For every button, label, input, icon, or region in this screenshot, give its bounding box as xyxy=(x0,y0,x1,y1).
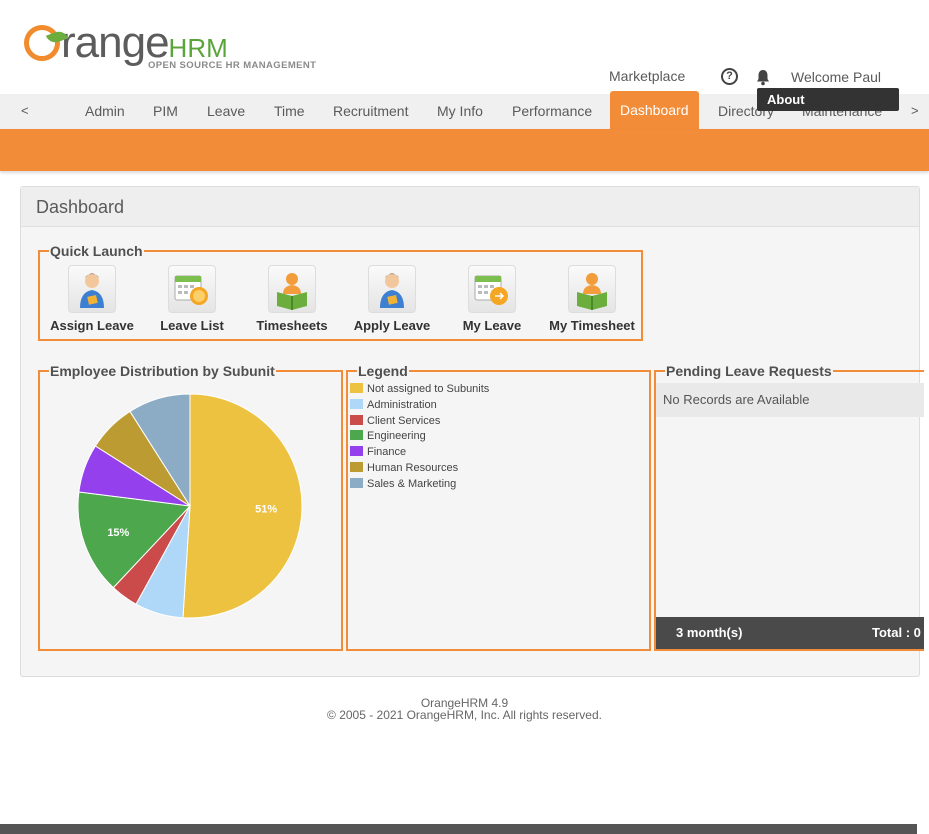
pending-total: Total : 0 xyxy=(872,625,921,640)
legend-swatch xyxy=(350,477,363,488)
menu-item-leave[interactable]: Leave xyxy=(197,94,255,129)
legend-entry: Not assigned to Subunits xyxy=(350,383,489,397)
pending-summary-bar: 3 month(s) Total : 0 xyxy=(656,617,924,649)
legend-label: Human Resources xyxy=(367,462,459,474)
legend-label: Sales & Marketing xyxy=(367,477,457,490)
user-apply-icon xyxy=(368,265,416,313)
pie-data-label: 51% xyxy=(255,503,277,515)
menu-item-pim[interactable]: PIM xyxy=(143,94,188,129)
quick-launch-label: Assign Leave xyxy=(50,318,134,333)
marketplace-link[interactable]: Marketplace xyxy=(609,68,685,84)
user-assign-icon xyxy=(68,265,116,313)
orange-banner xyxy=(0,129,929,171)
pending-empty-message: No Records are Available xyxy=(656,383,924,417)
bottom-scrollbar[interactable] xyxy=(0,824,917,834)
calendar-list-icon xyxy=(168,265,216,313)
chart-legend-panel: Legend Not assigned to Subunits Administr… xyxy=(346,363,651,651)
quick-launch-label: Apply Leave xyxy=(353,318,431,333)
legend-swatch xyxy=(350,430,363,441)
panel-header: Dashboard xyxy=(21,187,919,227)
quick-launch-label: Leave List xyxy=(160,318,224,333)
dashboard-panel: Dashboard Quick Launch Assign Leave Leav… xyxy=(20,186,924,677)
legend-label: Client Services xyxy=(367,414,441,427)
quick-launch-leave-list[interactable]: Leave List xyxy=(144,265,240,333)
about-menu-item[interactable]: About xyxy=(757,88,899,111)
legend-swatch xyxy=(350,462,363,472)
logo-accent: HRM xyxy=(168,33,228,63)
page-footer: OrangeHRM 4.9 © 2005 - 2021 OrangeHRM, I… xyxy=(0,697,929,721)
legend-label: Engineering xyxy=(367,430,426,443)
employee-distribution-panel: Employee Distribution by Subunit 51% 15% xyxy=(38,363,343,651)
legend-swatch xyxy=(350,383,363,393)
menu-item-admin[interactable]: Admin xyxy=(75,94,135,129)
pie-slice-not-assigned-to-subunits[interactable] xyxy=(182,393,303,619)
quick-launch-assign-leave[interactable]: Assign Leave xyxy=(44,265,140,333)
chart-legend-title: Legend xyxy=(358,363,408,379)
quick-launch-timesheets[interactable]: Timesheets xyxy=(244,265,340,333)
orange-fruit-icon xyxy=(24,25,69,61)
orangehrm-logo[interactable]: rangeHRM OPEN SOURCE HR MANAGEMENT xyxy=(24,12,316,74)
menu-item-dashboard[interactable]: Dashboard xyxy=(610,91,699,129)
employee-distribution-title: Employee Distribution by Subunit xyxy=(50,363,275,379)
menu-item-performance[interactable]: Performance xyxy=(502,94,602,129)
pending-leave-requests-panel: Pending Leave Requests No Records are Av… xyxy=(654,363,924,651)
pending-period: 3 month(s) xyxy=(676,625,743,640)
legend-label: Finance xyxy=(367,446,407,459)
menu-prev-arrow[interactable]: < xyxy=(21,103,29,118)
top-links: Marketplace ? Welcome Paul xyxy=(0,66,929,88)
quick-launch-title: Quick Launch xyxy=(50,243,143,259)
footer-copyright: © 2005 - 2021 OrangeHRM, Inc. All rights… xyxy=(327,708,602,722)
quick-launch-my-timesheet[interactable]: My Timesheet xyxy=(544,265,640,333)
quick-launch-label: My Leave xyxy=(462,318,522,333)
legend-swatch xyxy=(350,414,363,425)
question-circle-icon[interactable]: ? xyxy=(721,68,738,85)
legend-entry: Sales & Marketing xyxy=(350,477,457,492)
pie-data-label: 15% xyxy=(107,527,129,539)
legend-label: Not assigned to Subunits xyxy=(367,383,490,395)
legend-entry: Administration xyxy=(350,398,437,413)
calendar-leave-icon xyxy=(468,265,516,313)
menu-item-my-info[interactable]: My Info xyxy=(427,94,493,129)
legend-entry: Human Resources xyxy=(350,462,458,476)
pending-leave-requests-title: Pending Leave Requests xyxy=(666,363,832,379)
quick-launch-label: Timesheets xyxy=(256,318,328,333)
legend-swatch xyxy=(350,446,363,457)
legend-label: Administration xyxy=(367,398,437,411)
menu-item-time[interactable]: Time xyxy=(264,94,315,129)
page-title: Dashboard xyxy=(36,197,125,217)
quick-launch-apply-leave[interactable]: Apply Leave xyxy=(344,265,440,333)
my-timesheet-book-icon xyxy=(568,265,616,313)
bell-icon[interactable] xyxy=(754,68,772,86)
timesheet-book-icon xyxy=(268,265,316,313)
welcome-user[interactable]: Welcome Paul xyxy=(791,69,881,85)
quick-launch-panel: Quick Launch Assign Leave Leave List Tim… xyxy=(38,243,643,341)
quick-launch-label: My Timesheet xyxy=(549,318,635,333)
menu-next-arrow[interactable]: > xyxy=(911,103,919,118)
quick-launch-my-leave[interactable]: My Leave xyxy=(444,265,540,333)
legend-entry: Engineering xyxy=(350,430,426,444)
legend-swatch xyxy=(350,398,363,409)
legend-entry: Client Services xyxy=(350,414,441,429)
menu-item-recruitment[interactable]: Recruitment xyxy=(323,94,418,129)
legend-entry: Finance xyxy=(350,446,406,460)
employee-distribution-pie-chart: 51% 15% xyxy=(77,393,303,619)
